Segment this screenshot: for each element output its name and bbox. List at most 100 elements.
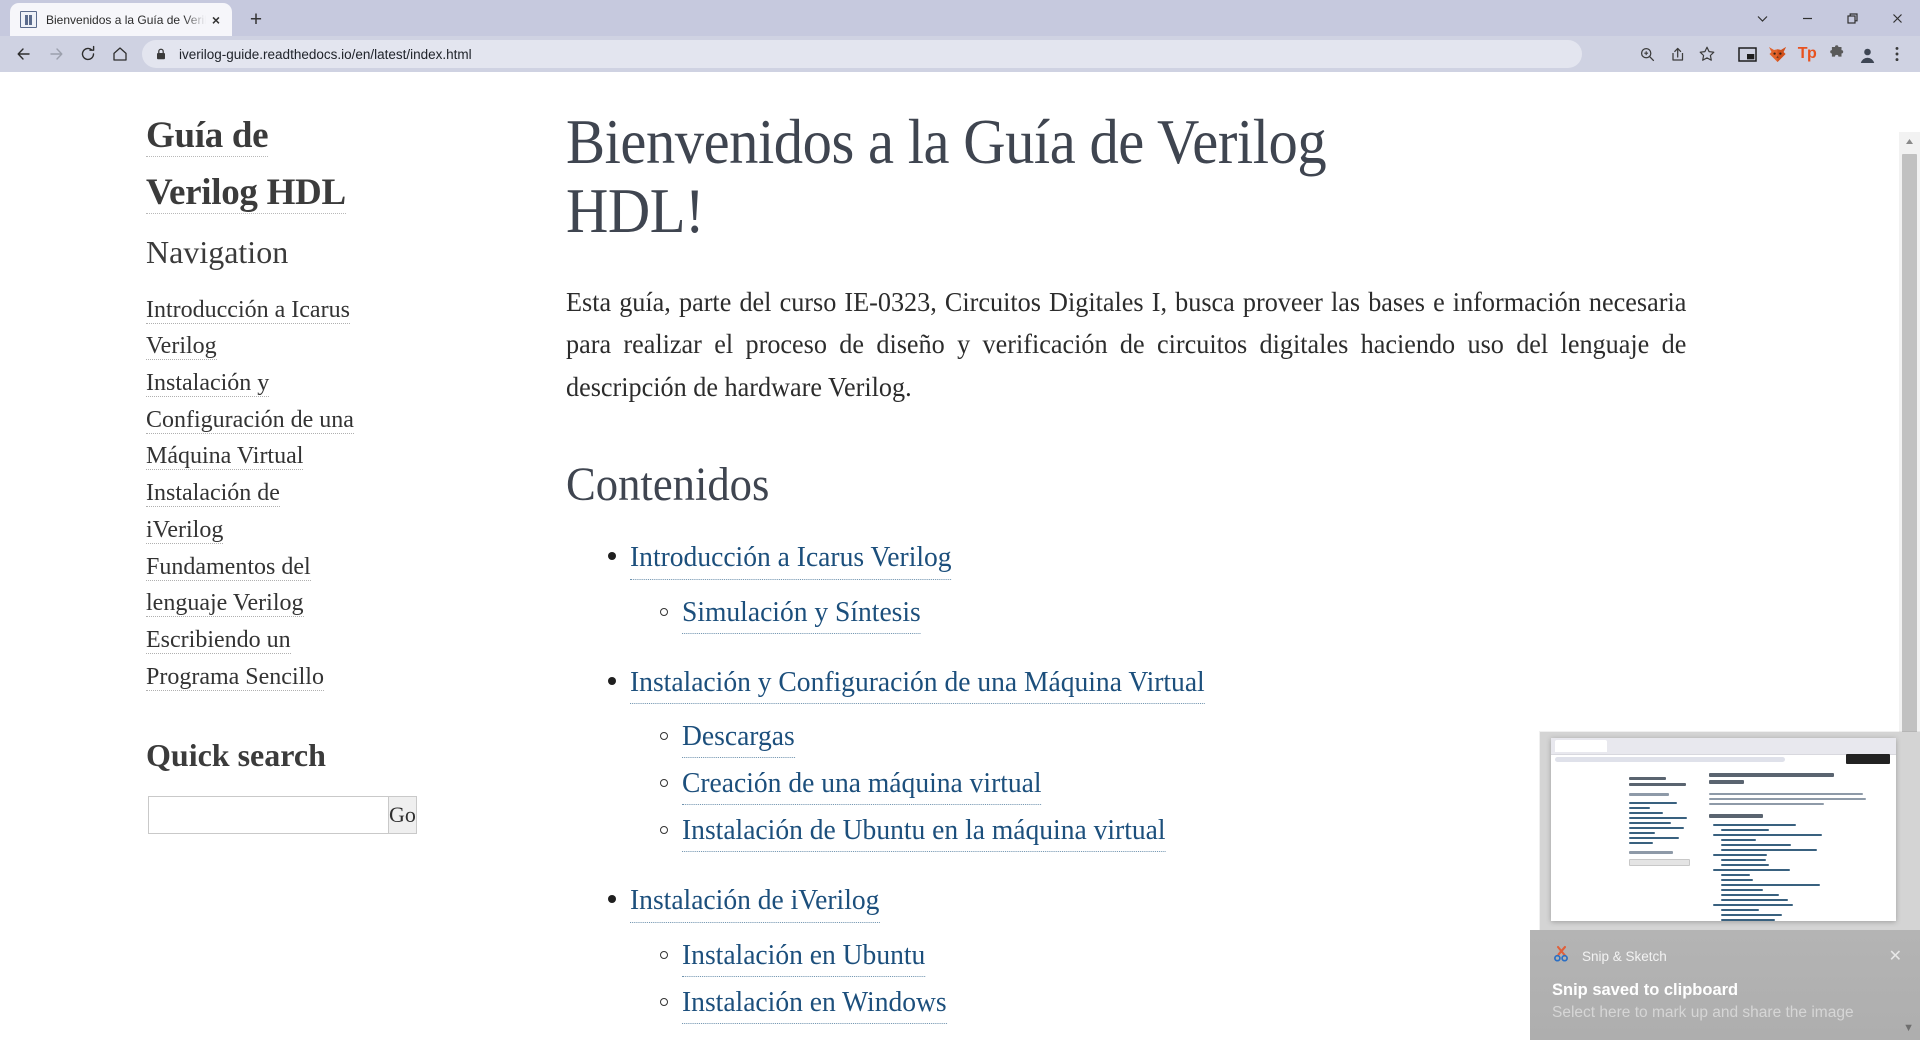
bullet-circle-icon	[660, 779, 668, 788]
snip-preview-thumbnail[interactable]	[1540, 732, 1920, 930]
window-controls	[1740, 0, 1920, 36]
page-viewport: Guía de Verilog HDL Navigation Introducc…	[0, 72, 1920, 1040]
mini-page-body	[1551, 754, 1896, 921]
page-title: Bienvenidos a la Guía de Verilog HDL!	[566, 107, 1327, 247]
quick-search-heading: Quick search	[146, 736, 326, 773]
close-icon[interactable]	[1875, 1, 1920, 35]
list-item: Fundamentos del lenguaje Verilog	[146, 549, 360, 622]
toc-link-descargas[interactable]: Descargas	[682, 716, 795, 759]
scroll-up-icon[interactable]	[1899, 132, 1920, 150]
sub-list: Descargas Creación de una máquina virtua…	[660, 716, 1460, 853]
toolbar-right-icons: Tp	[1632, 39, 1912, 69]
list-item: Instalación en Windows	[660, 982, 1460, 1024]
list-item: Simulación y Síntesis	[660, 592, 1460, 634]
bullet-circle-icon	[660, 607, 668, 616]
profile-avatar-icon[interactable]	[1852, 39, 1882, 69]
puzzle-extensions-icon[interactable]	[1822, 39, 1852, 69]
home-button[interactable]	[104, 38, 136, 70]
toc-link-instalacion-en-ubuntu[interactable]: Instalación en Ubuntu	[682, 935, 926, 977]
mini-main-content	[1709, 773, 1869, 921]
bullet-icon	[608, 676, 616, 685]
url-text: iverilog-guide.readthedocs.io/en/latest/…	[179, 46, 472, 62]
sidebar-item-programa-sencillo[interactable]: Escribiendo un Programa Sencillo	[146, 627, 324, 691]
lock-icon	[154, 47, 168, 61]
address-bar[interactable]: iverilog-guide.readthedocs.io/en/latest/…	[142, 40, 1582, 68]
snip-preview-image	[1551, 738, 1896, 921]
bullet-circle-icon	[660, 826, 668, 835]
new-tab-button[interactable]: +	[241, 4, 271, 34]
mini-footer-badge	[1846, 754, 1890, 764]
list-item: Escribiendo un Programa Sencillo	[146, 622, 360, 695]
bullet-circle-icon	[660, 950, 668, 959]
picture-in-picture-icon[interactable]	[1732, 39, 1762, 69]
reload-button[interactable]	[72, 38, 104, 70]
snip-sketch-icon	[1552, 944, 1571, 968]
bookmark-star-icon[interactable]	[1692, 39, 1722, 69]
book-icon	[20, 11, 37, 28]
chrome-menu-icon[interactable]	[1882, 39, 1912, 69]
toc-link-instalacion-en-windows[interactable]: Instalación en Windows	[682, 982, 947, 1024]
tp-extension-icon[interactable]: Tp	[1792, 39, 1822, 69]
close-icon[interactable]: ×	[206, 10, 226, 30]
intro-paragraph: Esta guía, parte del curso IE-0323, Circ…	[566, 286, 1687, 402]
fox-extension-icon[interactable]	[1762, 39, 1792, 69]
navigation-heading: Navigation	[146, 234, 289, 271]
sidebar-nav-list: Introducción a Icarus Verilog Instalació…	[146, 292, 360, 696]
sidebar: Guía de Verilog HDL Navigation Introducc…	[0, 108, 417, 1034]
toc-link-creacion-vm[interactable]: Creación de una máquina virtual	[682, 763, 1042, 806]
table-of-contents: Introducción a Icarus Verilog Simulación…	[608, 537, 1460, 1024]
brand-line-2: Verilog HDL	[146, 171, 346, 214]
sidebar-item-intro-icarus[interactable]: Introducción a Icarus Verilog	[146, 296, 350, 361]
mini-sidebar	[1629, 777, 1695, 869]
mini-browser-chrome	[1551, 738, 1896, 755]
zoom-search-icon[interactable]	[1632, 39, 1662, 69]
notification-title: Snip saved to clipboard	[1552, 981, 1739, 999]
sidebar-item-instalacion-iverilog[interactable]: Instalación de iVerilog	[146, 480, 280, 544]
bullet-circle-icon	[660, 731, 668, 740]
main-content: Bienvenidos a la Guía de Verilog HDL! Es…	[360, 107, 1686, 1034]
list-item: Instalación y Configuración de una Máqui…	[146, 365, 360, 475]
list-item: Instalación y Configuración de una Máqui…	[608, 662, 1460, 853]
share-icon[interactable]	[1662, 39, 1692, 69]
list-item: Introducción a Icarus Verilog Simulación…	[608, 537, 1460, 634]
sidebar-item-fundamentos[interactable]: Fundamentos del lenguaje Verilog	[146, 553, 311, 618]
list-item: Instalación en Ubuntu	[660, 935, 1460, 977]
toc-link-simulacion-sintesis[interactable]: Simulación y Síntesis	[682, 592, 921, 634]
list-item: Creación de una máquina virtual	[660, 763, 1460, 806]
bullet-icon	[608, 895, 616, 904]
minimize-icon[interactable]	[1785, 1, 1830, 35]
snip-sketch-notification[interactable]: Snip & Sketch ✕ Snip saved to clipboard …	[1530, 930, 1920, 1040]
close-icon[interactable]: ✕	[1889, 946, 1902, 966]
bullet-circle-icon	[660, 997, 668, 1006]
toc-link-instalacion-ubuntu-vm[interactable]: Instalación de Ubuntu en la máquina virt…	[682, 810, 1166, 853]
notification-subtitle: Select here to mark up and share the ima…	[1552, 1004, 1854, 1021]
scrollbar-thumb[interactable]	[1902, 154, 1917, 754]
toc-link-instalacion-vm[interactable]: Instalación y Configuración de una Máqui…	[630, 662, 1205, 704]
brand-line-1: Guía de	[146, 115, 269, 157]
list-item: Instalación de iVerilog	[146, 475, 360, 548]
contents-heading: Contenidos	[566, 457, 770, 511]
sidebar-item-instalacion-vm[interactable]: Instalación y Configuración de una Máqui…	[146, 370, 354, 471]
list-item: Instalación de Ubuntu en la máquina virt…	[660, 810, 1460, 853]
sub-list: Simulación y Síntesis	[660, 592, 1460, 634]
toc-link-intro-icarus[interactable]: Introducción a Icarus Verilog	[630, 537, 952, 580]
bullet-icon	[608, 552, 616, 561]
sub-list: Instalación en Ubuntu Instalación en Win…	[660, 935, 1460, 1024]
tab-title: Bienvenidos a la Guía de Verilog	[46, 12, 206, 27]
back-button[interactable]	[8, 38, 40, 70]
search-input[interactable]	[148, 795, 389, 834]
toc-link-instalacion-iverilog[interactable]: Instalación de iVerilog	[630, 880, 880, 923]
notification-header: Snip & Sketch ✕	[1552, 944, 1902, 968]
chevron-down-icon[interactable]	[1740, 1, 1785, 35]
list-item: Descargas	[660, 716, 1460, 759]
browser-tab[interactable]: Bienvenidos a la Guía de Verilog ×	[10, 3, 232, 36]
forward-button[interactable]	[40, 38, 72, 70]
list-item: Instalación de iVerilog Instalación en U…	[608, 880, 1460, 1024]
mini-tab	[1555, 740, 1607, 752]
quick-search-form: Go	[148, 795, 417, 834]
maximize-icon[interactable]	[1830, 1, 1875, 35]
notification-app-name: Snip & Sketch	[1582, 948, 1667, 964]
chevron-down-icon[interactable]: ▼	[1903, 1022, 1914, 1034]
list-item: Introducción a Icarus Verilog	[146, 292, 360, 365]
tab-strip: Bienvenidos a la Guía de Verilog × +	[0, 0, 1920, 36]
